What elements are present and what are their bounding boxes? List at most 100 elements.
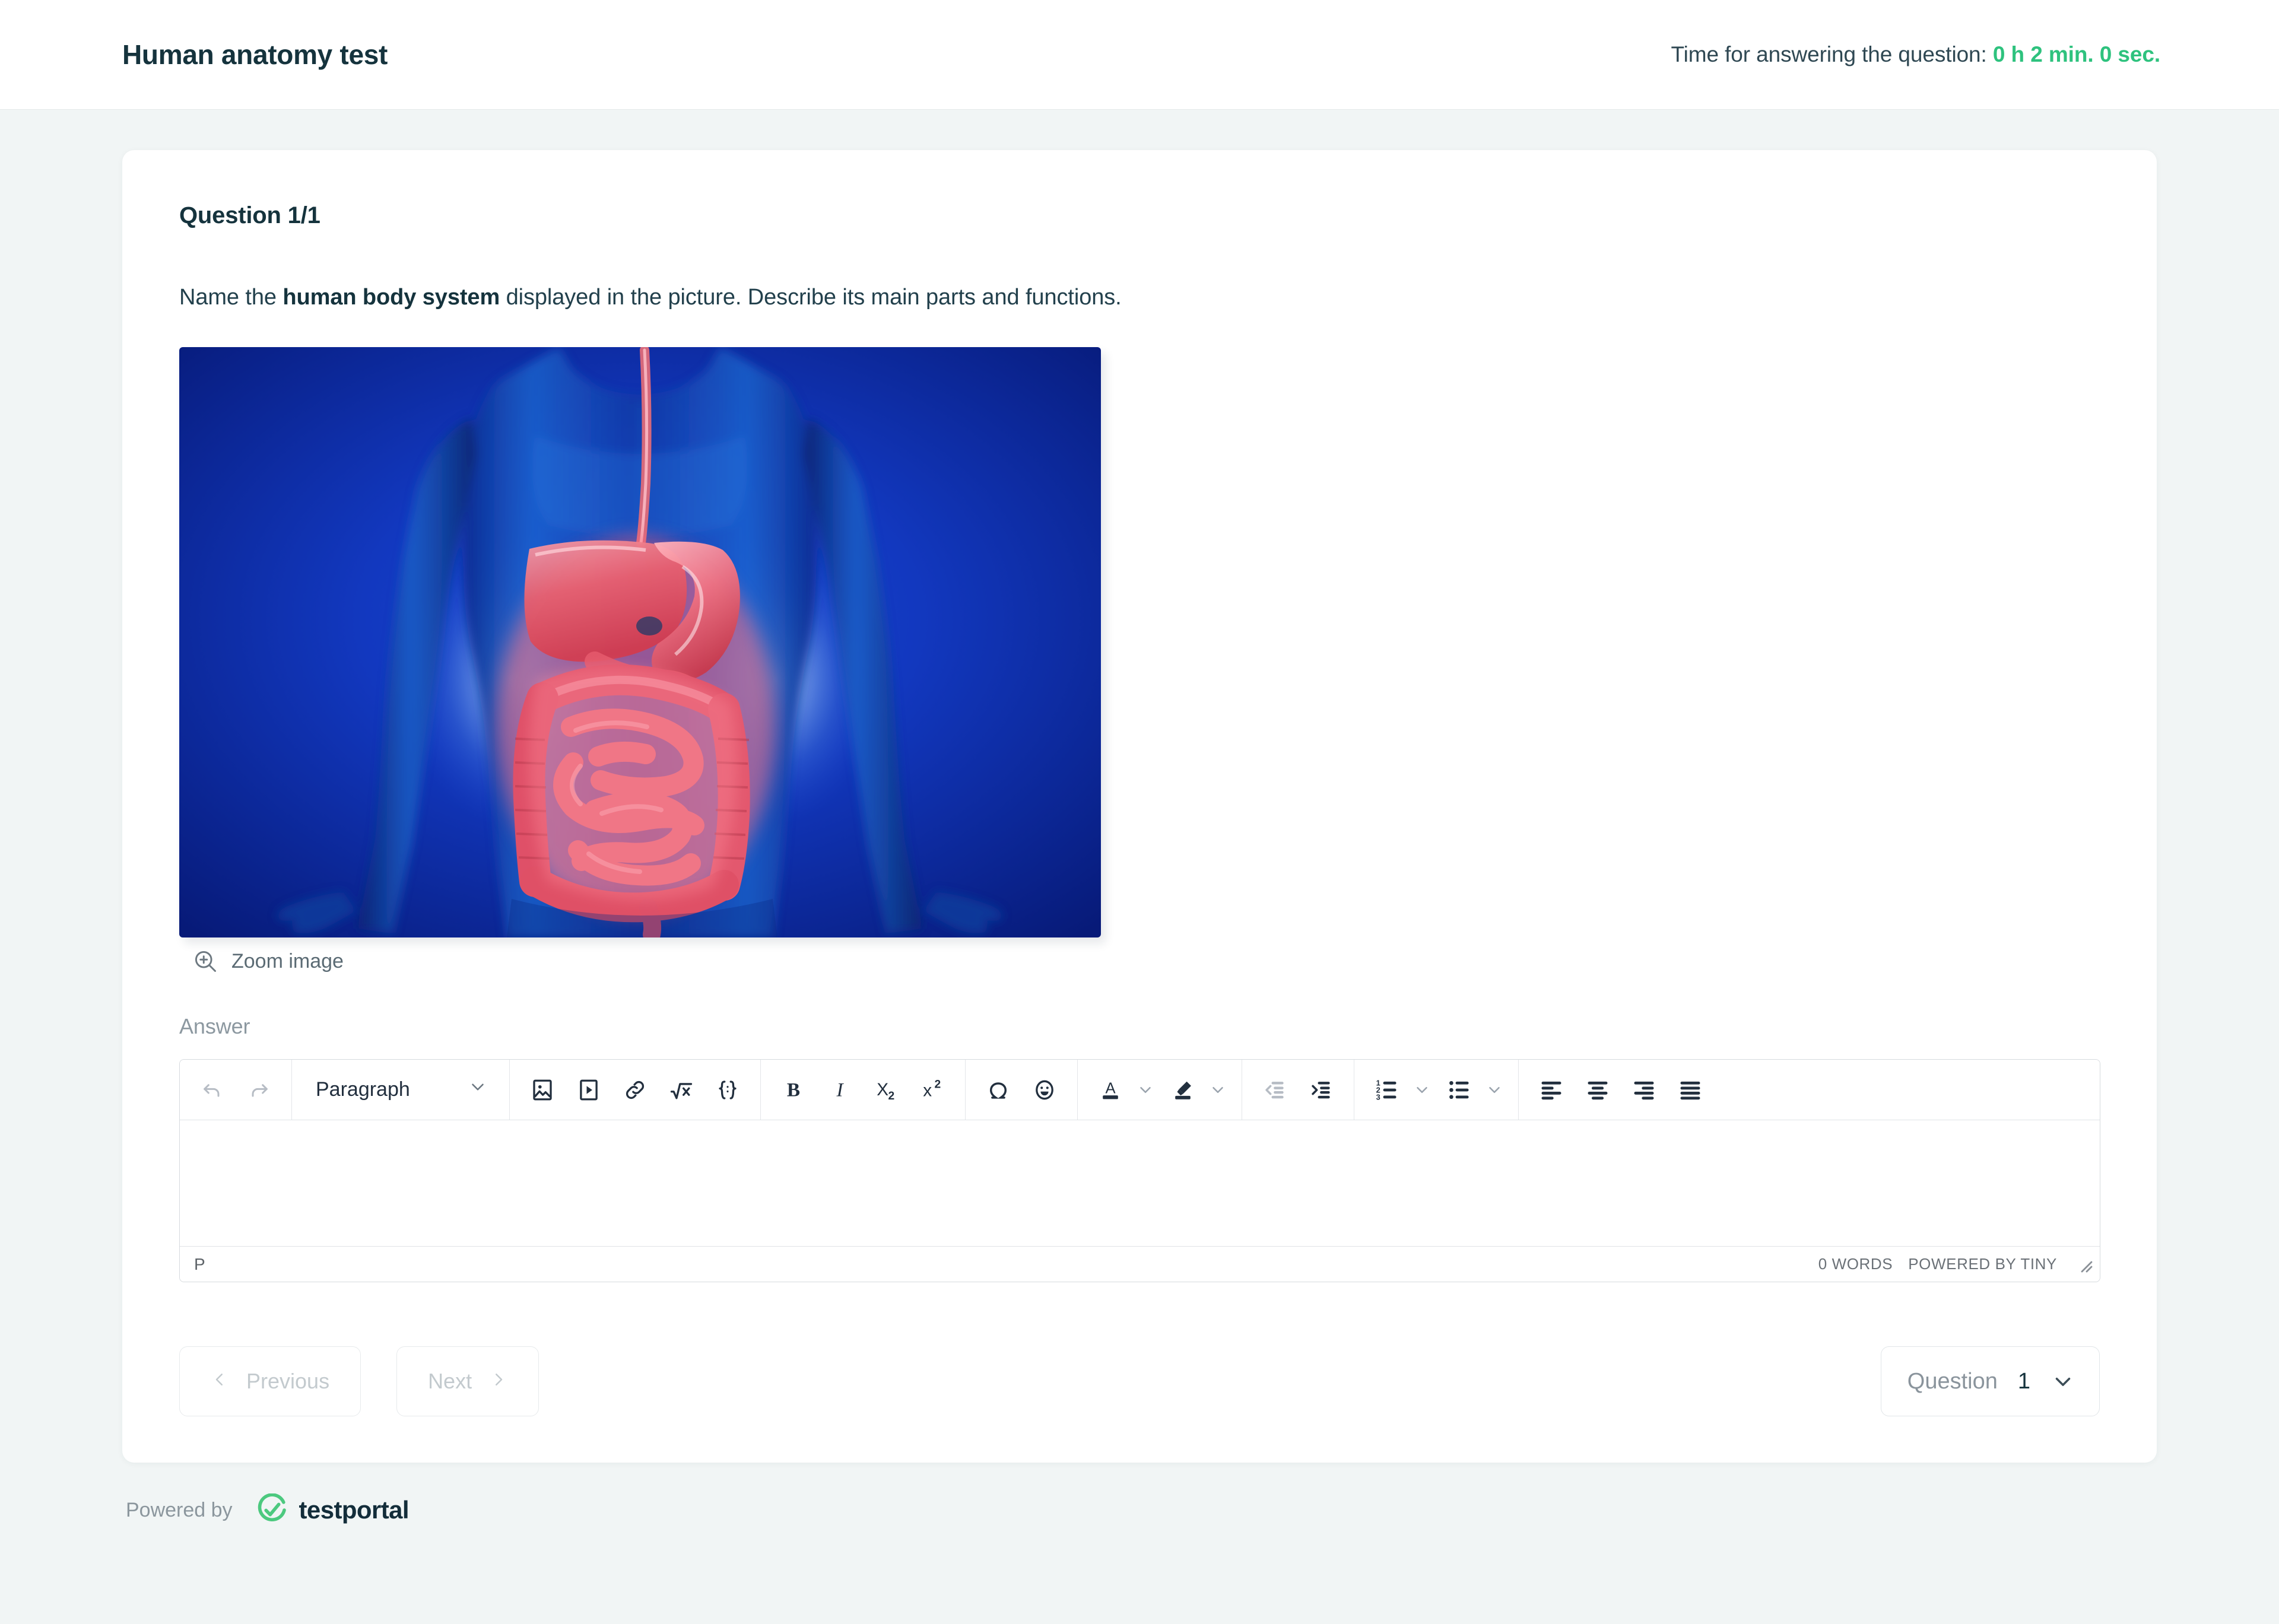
toolbar-group-insert [510,1060,761,1120]
question-prompt: Name the human body system displayed in … [179,285,2100,310]
zoom-image-button[interactable]: Zoom image [179,948,344,974]
ordered-list-icon: 1 2 3 [1376,1078,1396,1101]
question-counter: Question 1/1 [179,202,320,228]
chevron-down-icon [468,1077,488,1102]
question-timer: Time for answering the question: 0 h 2 m… [1671,42,2161,67]
text-color-dropdown[interactable] [1132,1068,1158,1112]
align-center-icon [1588,1081,1608,1099]
question-selector-label: Question [1907,1368,1998,1394]
timer-value: 0 h 2 min. 0 sec. [1992,42,2160,66]
svg-text:X: X [877,1079,888,1099]
question-image[interactable] [179,347,1101,937]
editor-toolbar: Paragraph B I X 2 x 2 A 1 2 3 [180,1060,2100,1120]
numbered-list-button[interactable]: 1 2 3 [1365,1068,1409,1112]
svg-text:2: 2 [935,1078,941,1091]
brand-name: testportal [299,1496,410,1524]
element-path[interactable]: P [194,1255,205,1274]
subscript-button[interactable]: X 2 [864,1068,908,1112]
toolbar-group-textstyle: B I X 2 x 2 [761,1060,966,1120]
superscript-button[interactable]: x 2 [910,1068,954,1112]
app-header: Human anatomy test Time for answering th… [0,0,2279,110]
question-selector[interactable]: Question 1 [1880,1346,2100,1416]
outdent-icon [1265,1081,1284,1098]
emoticon-button[interactable] [1023,1068,1067,1112]
answer-text-area[interactable] [180,1120,2100,1246]
bullet-list-button[interactable] [1437,1068,1481,1112]
navigation-row: Previous Next Question 1 [179,1346,2100,1416]
timer-label: Time for answering the question: [1671,42,1987,66]
indent-icon [1312,1081,1330,1098]
align-left-button[interactable] [1529,1068,1573,1112]
chevron-right-icon [490,1371,507,1392]
insert-math-button[interactable] [659,1068,703,1112]
tiny-branding[interactable]: POWERED BY TINY [1908,1255,2057,1273]
question-selector-value: 1 [2017,1368,2030,1394]
next-label: Next [428,1369,472,1393]
toolbar-group-colors: A [1078,1060,1242,1120]
redo-icon [252,1083,268,1097]
anatomy-illustration [179,347,1101,937]
bullet-list-split [1437,1068,1507,1112]
toolbar-group-blockformat: Paragraph [292,1060,510,1120]
redo-button[interactable] [237,1068,281,1112]
next-button[interactable]: Next [396,1346,539,1416]
page-body: Question 1/1 Name the human body system … [0,110,2279,1527]
superscript-icon: x 2 [923,1078,941,1100]
toolbar-group-symbols [966,1060,1078,1120]
block-format-value: Paragraph [316,1078,410,1101]
toolbar-group-history [180,1060,292,1120]
numbered-list-split: 1 2 3 [1365,1068,1435,1112]
justify-button[interactable] [1668,1068,1712,1112]
insert-media-button[interactable] [567,1068,611,1112]
svg-text:2: 2 [888,1089,895,1102]
svg-text:I: I [836,1079,844,1101]
numbered-list-dropdown[interactable] [1409,1068,1435,1112]
link-icon [626,1080,645,1099]
question-figure-wrap: Zoom image [179,347,1101,977]
testportal-brand[interactable]: testportal [255,1493,410,1527]
prompt-text-end: displayed in the picture. Describe its m… [500,285,1122,310]
powered-by-label: Powered by [126,1498,233,1521]
previous-button[interactable]: Previous [179,1346,361,1416]
svg-text:A: A [1105,1080,1116,1097]
bullet-list-dropdown[interactable] [1481,1068,1507,1112]
background-color-button[interactable] [1161,1068,1205,1112]
magnifier-plus-icon [195,951,216,972]
undo-icon [204,1083,220,1097]
insert-image-button[interactable] [520,1068,564,1112]
chevron-down-icon [1417,1086,1427,1093]
navigation-buttons: Previous Next [179,1346,539,1416]
align-right-icon [1634,1081,1654,1099]
bold-button[interactable]: B [772,1068,815,1112]
background-color-split [1161,1068,1231,1112]
align-justify-icon [1680,1081,1700,1099]
outdent-button[interactable] [1253,1068,1297,1112]
image-icon [533,1079,552,1100]
toolbar-group-indent [1242,1060,1354,1120]
special-character-button[interactable] [976,1068,1020,1112]
undo-button[interactable] [191,1068,234,1112]
italic-button[interactable]: I [818,1068,862,1112]
page-footer: Powered by testportal [122,1493,2157,1527]
text-color-split: A [1088,1068,1158,1112]
omega-icon [989,1082,1007,1099]
page-title: Human anatomy test [122,39,388,70]
subscript-icon: X 2 [877,1079,895,1102]
testportal-check-logo [258,1493,286,1521]
toolbar-group-lists: 1 2 3 [1354,1060,1519,1120]
svg-text:x: x [923,1080,932,1100]
chevron-down-icon [1212,1086,1223,1093]
resize-grip-icon[interactable] [2075,1255,2094,1274]
block-format-select[interactable]: Paragraph [303,1068,499,1112]
indent-button[interactable] [1299,1068,1343,1112]
toolbar-group-align [1519,1060,1723,1120]
background-color-dropdown[interactable] [1205,1068,1231,1112]
insert-link-button[interactable] [613,1068,657,1112]
align-center-button[interactable] [1576,1068,1620,1112]
source-code-button[interactable] [706,1068,750,1112]
chevron-down-icon [2051,1369,2075,1394]
align-right-button[interactable] [1622,1068,1666,1112]
bold-icon: B [787,1079,800,1101]
text-color-button[interactable]: A [1088,1068,1132,1112]
svg-text:B: B [787,1079,800,1101]
